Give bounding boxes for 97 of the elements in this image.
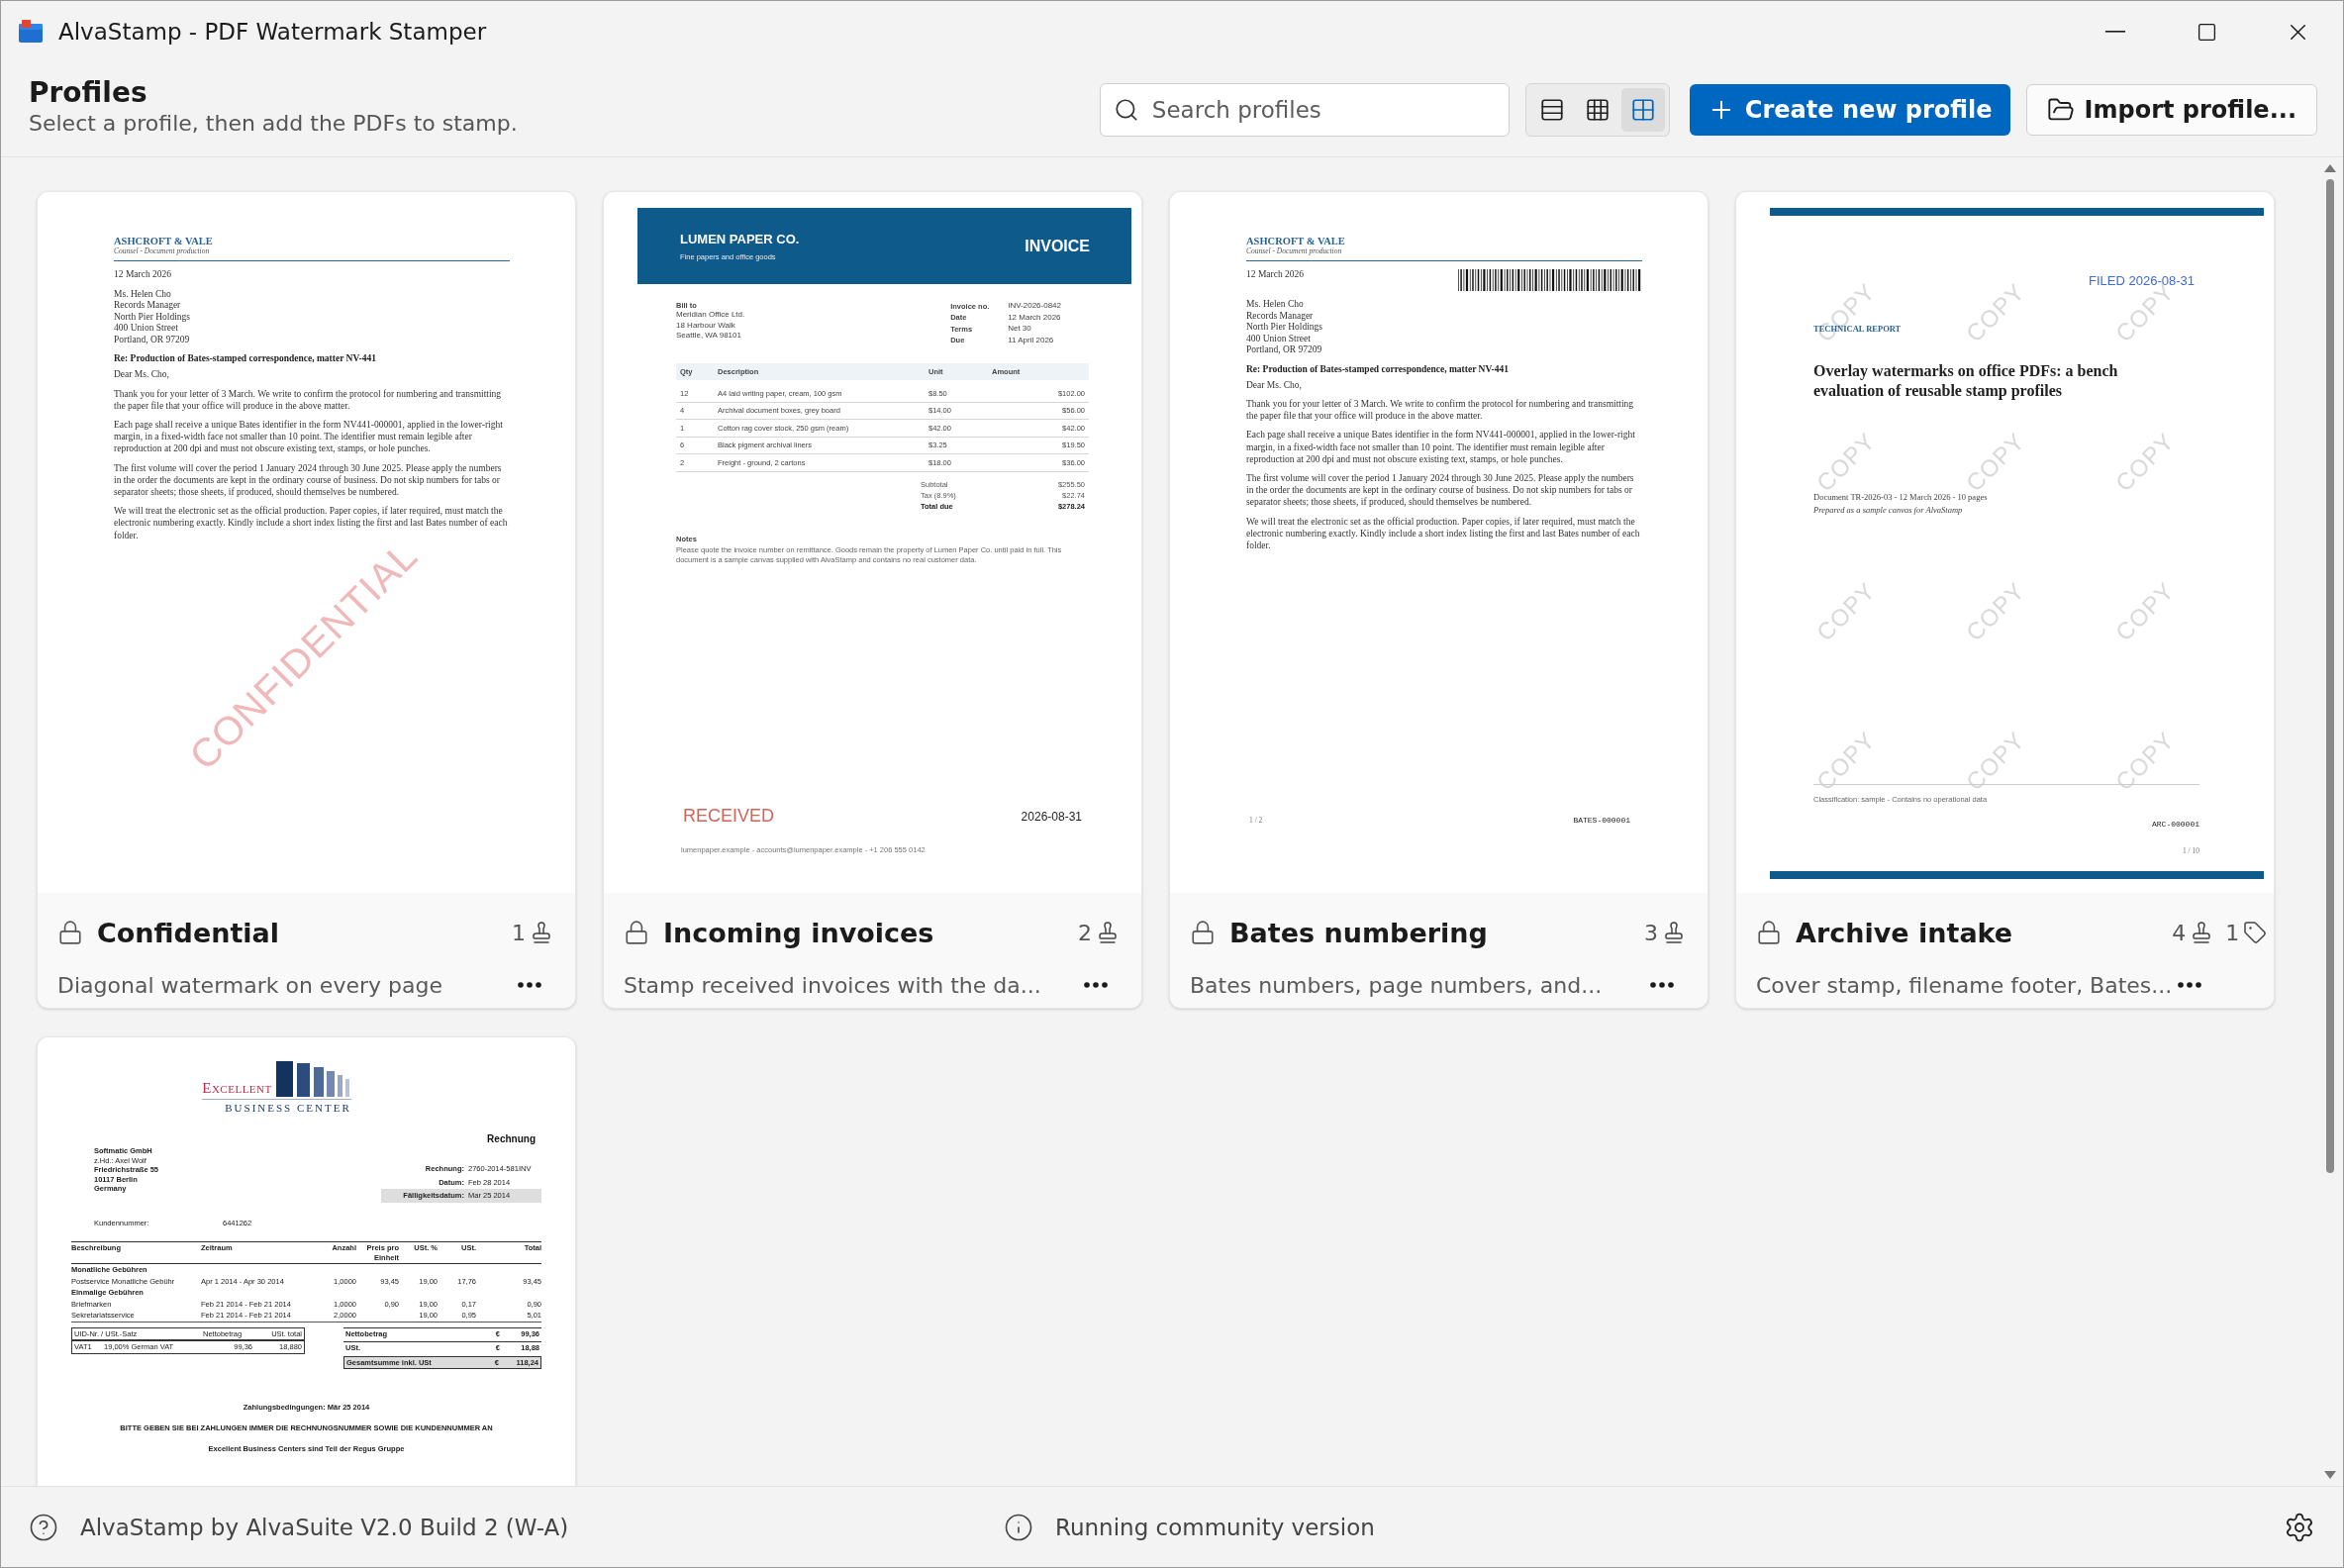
address-line: Ms. Helen Cho <box>114 288 172 300</box>
letter-salutation: Dear Ms. Cho, <box>114 369 170 381</box>
stamp-icon <box>1662 921 1686 944</box>
letter-paragraph: Each page shall receive a unique Bates identifier in the form NV441-000001, applied in the lower-right margin, in a fixed-width face not smaller than 10 point. The identifier must remain legible after reproduction at 200 dpi and must not obscure existing text, stamps, or hole punches. <box>114 418 504 455</box>
profile-card[interactable] <box>1735 191 2275 1009</box>
letter-date: 12 March 2026 <box>114 269 172 281</box>
bates-number: BATES-000001 <box>1573 816 1630 825</box>
version-text: AlvaStamp by AlvaSuite V2.0 Build 2 (W-A) <box>80 1514 569 1540</box>
stamp-icon <box>1096 921 1120 944</box>
profile-name: Confidential <box>97 917 280 948</box>
lock-icon <box>57 920 83 945</box>
letter-subject: Re: Production of Bates-stamped correspondence, matter NV-441 <box>1246 363 1510 374</box>
report-meta: Document TR-2026-03 - 12 March 2026 - 10 pages <box>1813 492 1989 502</box>
page-subtitle: Select a profile, then add the PDFs to stamp. <box>29 110 519 136</box>
maximize-icon <box>2196 21 2217 43</box>
help-icon <box>29 1512 58 1542</box>
letter-subject: Re: Production of Bates-stamped correspondence, matter NV-441 <box>114 353 377 363</box>
letter-paragraph: Each page shall receive a unique Bates identifier in the form NV441-000001, applied in the lower-right margin, in a fixed-width face not smaller than 10 point. The identifier must remain legible after reproduction at 200 dpi and must not obscure existing text, stamps, or hole punches. <box>1246 429 1636 465</box>
address-line: Meridian Office Ltd. <box>676 310 745 321</box>
profile-description: Cover stamp, filename footer, Bates... <box>1756 972 2173 998</box>
profile-name: Incoming invoices <box>663 917 934 948</box>
address-line: 400 Union Street <box>114 323 179 335</box>
profile-name: Bates numbering <box>1229 917 1488 948</box>
profile-card[interactable] <box>603 191 1142 1009</box>
stamp-count: 1 <box>512 920 526 945</box>
stamp-icon <box>530 921 553 944</box>
table-view-icon <box>1584 96 1611 123</box>
logo-subtitle: BUSINESS CENTER <box>225 1102 351 1114</box>
bates-number: ARC-000001 <box>2152 820 2199 829</box>
letter-paragraph: The first volume will cover the period 1 January 2024 through 30 June 2025. Please apply the numbers in the order the documents are kept in the ordinary course of business. Do not skip numbers for tabs or separator sheets; those sheets, if produced, should themselves be numbered. <box>114 461 503 499</box>
address-line: 18 Harbour Walk <box>676 320 736 331</box>
scroll-up-icon[interactable] <box>2323 163 2337 173</box>
address-line: Portland, OR 97209 <box>1246 344 1323 356</box>
address-line: 400 Union Street <box>1246 333 1312 344</box>
page-title: Profiles <box>29 75 148 109</box>
report-note: Prepared as a sample canvas for AlvaStamp <box>1813 505 1964 515</box>
more-icon <box>2178 982 2202 988</box>
meta-value: 11 April 2026 <box>1008 335 1055 345</box>
search-icon <box>1113 96 1139 123</box>
create-profile-button[interactable]: Create new profile <box>1689 83 2010 136</box>
more-icon <box>1650 982 1674 988</box>
letter-paragraph: The first volume will cover the period 1 January 2024 through 30 June 2025. Please apply the numbers in the order the documents are kept in the ordinary course of business. Do not skip numbers for tabs or separator sheets; those sheets, if produced, should themselves be numbered. <box>1246 472 1635 509</box>
address-line: Records Manager <box>114 300 182 312</box>
letter-salutation: Dear Ms. Cho, <box>1246 379 1303 391</box>
letter-paragraph: We will treat the electronic set as the official production. Paper copies, if later required, must match the electronic numbering exactly. Kindly include a short index listing the first and last Bates number of each folder. <box>114 505 509 541</box>
address-line: North Pier Holdings <box>1246 322 1324 334</box>
profile-name: Archive intake <box>1796 917 2013 948</box>
app-icon <box>19 20 45 44</box>
stamp-count: 3 <box>1644 920 1658 945</box>
stamp-date: 2026-08-31 <box>1021 809 1082 824</box>
tag-icon <box>2243 921 2268 944</box>
document-heading: Rechnung <box>487 1133 536 1144</box>
received-label: RECEIVED <box>683 806 775 827</box>
settings-icon[interactable] <box>2284 1511 2315 1543</box>
invoice-heading: INVOICE <box>1025 237 1090 255</box>
lock-icon <box>624 920 649 945</box>
address-line: Seattle, WA 98101 <box>676 331 742 342</box>
profile-description: Diagonal watermark on every page <box>57 972 443 998</box>
logo-wordmark: Excellent <box>202 1080 272 1097</box>
window-title: AlvaStamp - PDF Watermark Stamper <box>58 19 488 45</box>
stamp-count: 4 <box>2172 920 2187 945</box>
info-icon <box>1004 1512 1033 1542</box>
meta-value: Net 30 <box>1008 324 1032 335</box>
letter-paragraph: Thank you for your letter of 3 March. We write to confirm the protocol for numbering and transmitting the paper file that your office will produce in the above matter. <box>114 387 503 412</box>
meta-value: 12 March 2026 <box>1008 312 1061 323</box>
address-line: Ms. Helen Cho <box>1246 299 1305 311</box>
filed-label: FILED 2026-08-31 <box>2089 273 2195 288</box>
address-line: Records Manager <box>1246 310 1315 322</box>
scroll-thumb[interactable] <box>2326 179 2334 1173</box>
letterhead-name: ASHCROFT & VALE <box>1246 236 1346 246</box>
profile-card[interactable] <box>37 191 576 1009</box>
profile-description: Bates numbers, page numbers, and... <box>1190 972 1604 998</box>
meta-value: INV-2026-0842 <box>1008 301 1061 312</box>
tag-count: 1 <box>2225 920 2240 945</box>
list-view-icon <box>1538 96 1565 123</box>
stamp-count: 2 <box>1078 920 1092 945</box>
lock-icon <box>1756 920 1782 945</box>
lock-icon <box>1190 920 1216 945</box>
letter-paragraph: Thank you for your letter of 3 March. We write to confirm the protocol for numbering and transmitting the paper file that your office will produce in the above matter. <box>1246 398 1635 423</box>
report-title: Overlay watermarks on office PDFs: a bench evaluation of reusable stamp profiles <box>1813 361 2119 401</box>
import-profile-button[interactable]: Import profile... <box>2025 83 2317 136</box>
company-name: LUMEN PAPER CO. <box>680 231 800 246</box>
address-line: Portland, OR 97209 <box>114 334 191 345</box>
letter-paragraph: We will treat the electronic set as the official production. Paper copies, if later required, must match the electronic numbering exactly. Kindly include a short index listing the first and last Bates number of each folder. <box>1246 515 1641 552</box>
profile-card[interactable] <box>1169 191 1709 1009</box>
more-icon <box>1084 982 1108 988</box>
address-line: North Pier Holdings <box>114 311 192 323</box>
search-field[interactable]: Search profiles <box>1099 82 1510 137</box>
license-status: Running community version <box>1055 1514 1375 1540</box>
tile-view-icon <box>1629 96 1656 123</box>
minimize-icon <box>2105 31 2125 33</box>
letter-date: 12 March 2026 <box>1246 269 1305 281</box>
profile-description: Stamp received invoices with the da... <box>624 972 1042 998</box>
logo-icon <box>275 1061 351 1097</box>
scroll-down-icon[interactable] <box>2323 1470 2337 1480</box>
more-icon <box>518 982 541 988</box>
letterhead-name: ASHCROFT & VALE <box>114 236 214 246</box>
